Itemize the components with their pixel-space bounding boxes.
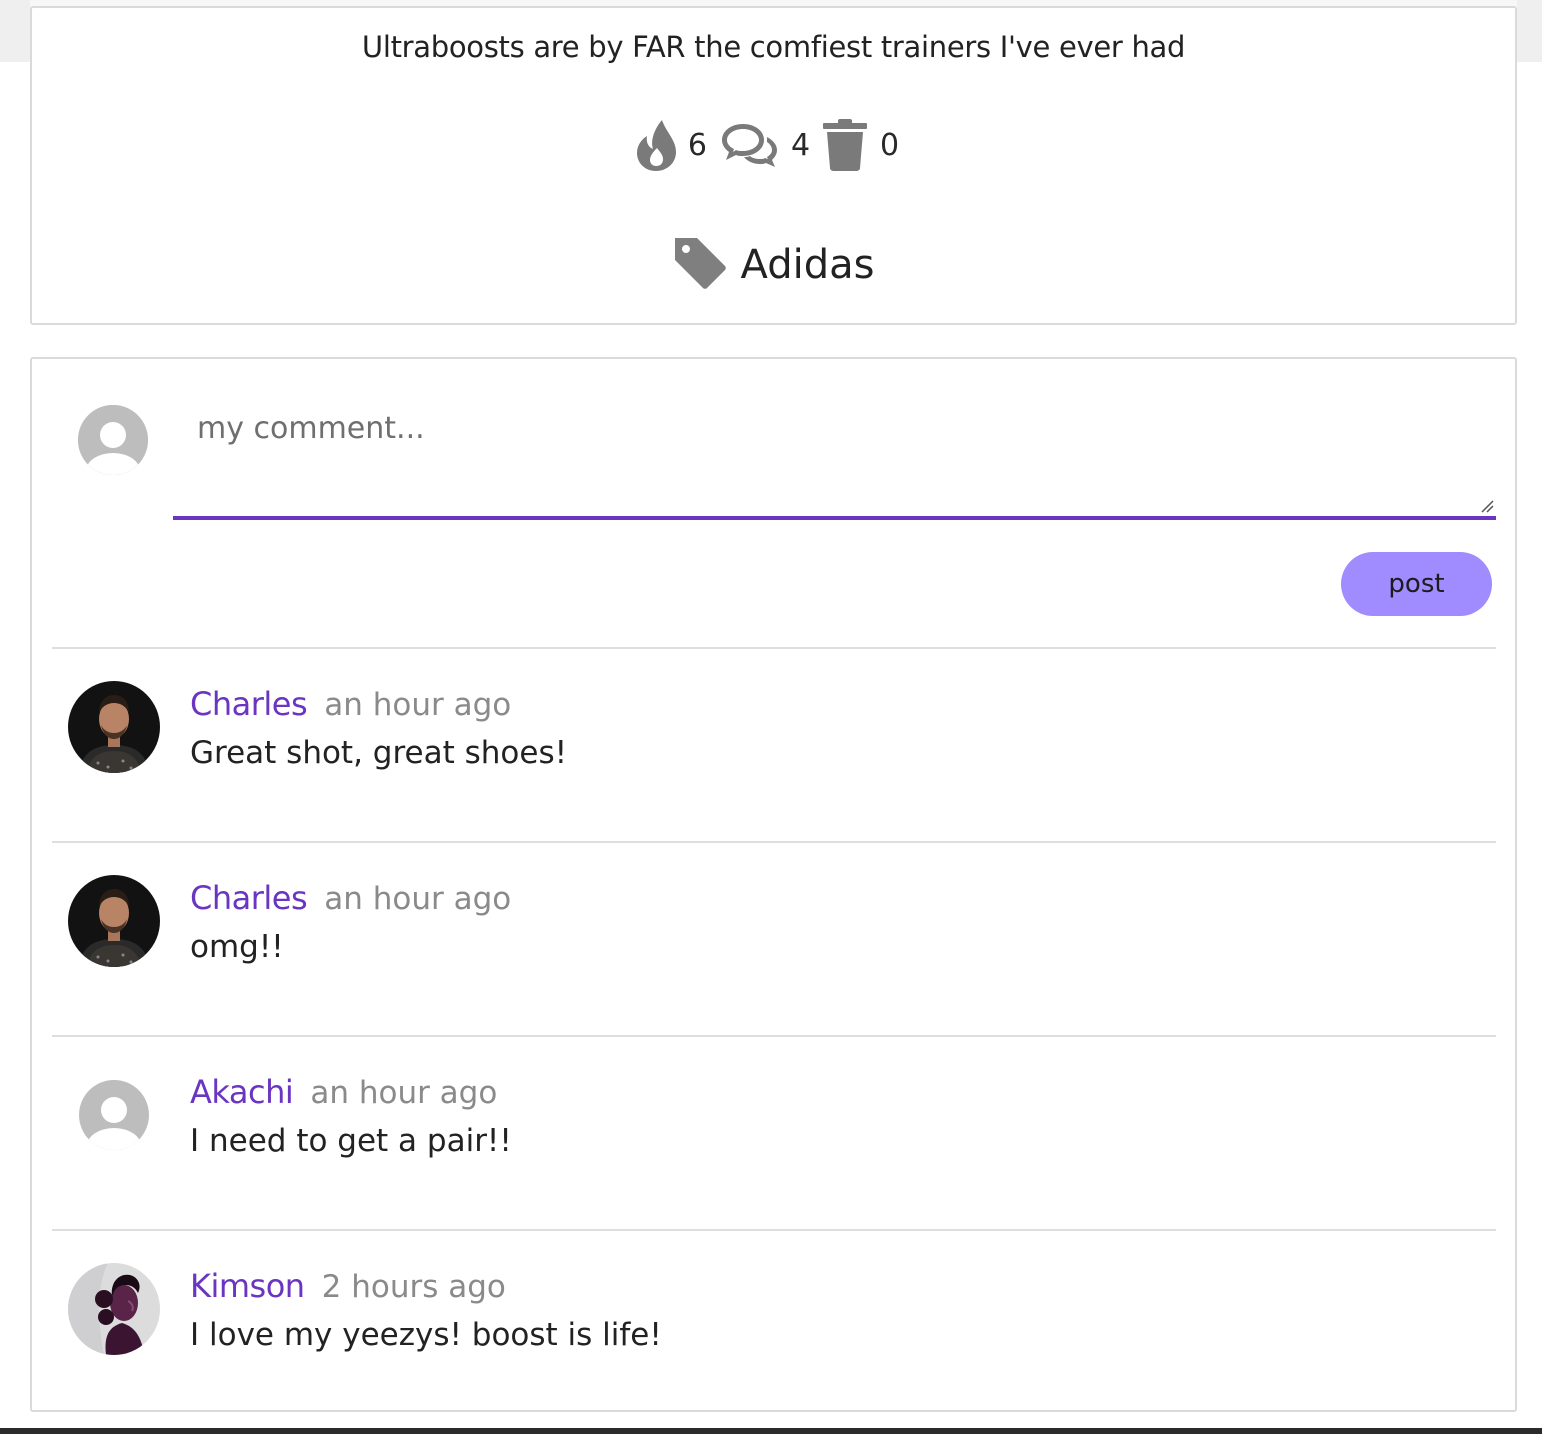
post-text: Ultraboosts are by FAR the comfiest trai… (361, 30, 1186, 64)
post-stats: 6 4 0 (32, 114, 1515, 176)
tag-icon (673, 236, 727, 294)
comment-author[interactable]: Charles (190, 879, 308, 917)
comment-text: I need to get a pair!! (190, 1123, 512, 1159)
avatar[interactable] (68, 875, 160, 967)
comments-count: 4 (790, 127, 811, 163)
comment-time: 2 hours ago (321, 1269, 506, 1305)
post-tag[interactable]: Adidas (32, 230, 1515, 300)
post-card: Ultraboosts are by FAR the comfiest trai… (30, 6, 1517, 325)
comments-card: post Charles an hour ago (30, 357, 1517, 1412)
trash-icon[interactable] (822, 119, 868, 171)
fire-count: 6 (687, 127, 707, 163)
comments-icon[interactable] (719, 120, 779, 170)
comment-text: I love my yeezys! boost is life! (190, 1317, 662, 1353)
resize-handle[interactable] (1480, 499, 1494, 513)
avatar[interactable] (68, 1263, 160, 1355)
comment-item: Kimson 2 hours ago I love my yeezys! boo… (52, 1229, 1496, 1423)
trash-count: 0 (880, 127, 900, 163)
post-comment-button[interactable]: post (1341, 552, 1492, 616)
fire-icon[interactable] (636, 118, 676, 172)
comment-author[interactable]: Charles (190, 685, 308, 723)
comment-time: an hour ago (324, 687, 512, 723)
tag-label: Adidas (740, 242, 875, 288)
bottom-edge (0, 1428, 1542, 1434)
comment-meta: Kimson 2 hours ago (190, 1267, 506, 1305)
avatar[interactable] (68, 681, 160, 773)
comment-text: omg!! (190, 929, 284, 965)
comment-author[interactable]: Akachi (190, 1073, 294, 1111)
current-user-avatar (78, 405, 148, 475)
comment-text: Great shot, great shoes! (190, 735, 568, 771)
comment-time: an hour ago (310, 1075, 498, 1111)
comment-item: Charles an hour ago Great shot, great sh… (52, 647, 1496, 841)
comment-time: an hour ago (324, 881, 512, 917)
comment-list: Charles an hour ago Great shot, great sh… (52, 647, 1496, 1423)
comment-meta: Charles an hour ago (190, 685, 511, 723)
comment-item: Charles an hour ago omg!! (52, 841, 1496, 1035)
comment-meta: Charles an hour ago (190, 879, 511, 917)
comment-author[interactable]: Kimson (190, 1267, 305, 1305)
comment-item: Akachi an hour ago I need to get a pair!… (52, 1035, 1496, 1229)
comment-input[interactable] (173, 383, 1496, 520)
avatar[interactable] (79, 1080, 149, 1150)
comment-meta: Akachi an hour ago (190, 1073, 497, 1111)
